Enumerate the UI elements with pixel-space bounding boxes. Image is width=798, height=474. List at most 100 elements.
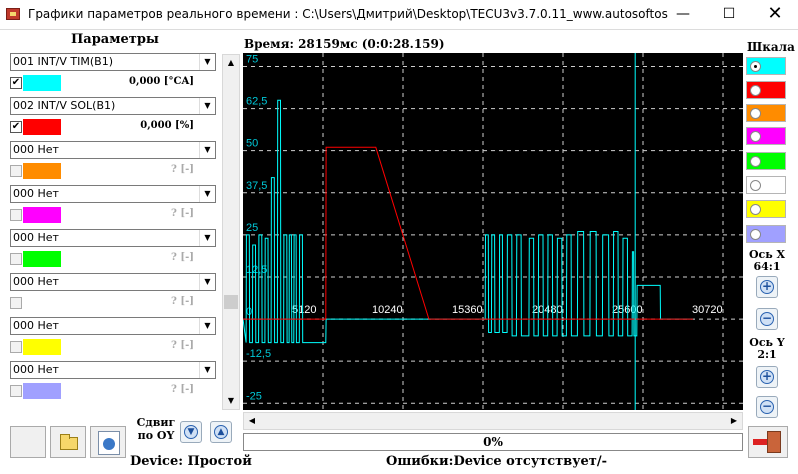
zoom-out-icon: − xyxy=(760,311,774,326)
radio-icon[interactable] xyxy=(750,180,761,191)
param-select-7[interactable]: 000 Нет ▼ xyxy=(10,317,216,335)
y-tick-label: 25 xyxy=(246,222,258,234)
dropdown-arrow-icon[interactable]: ▼ xyxy=(199,98,215,114)
errors-status: Ошибки:Device отсутствует/- xyxy=(386,454,607,469)
x-axis-zoom-value: 64:1 xyxy=(753,260,781,273)
param-display-row: ? [-] xyxy=(10,250,216,268)
param-select-value: 000 Нет xyxy=(13,231,59,244)
param-select-5[interactable]: 000 Нет ▼ xyxy=(10,229,216,247)
scale-select-8[interactable] xyxy=(746,225,786,243)
scroll-up-arrow-icon[interactable]: ▲ xyxy=(223,55,239,71)
scroll-thumb[interactable] xyxy=(224,295,238,309)
radio-icon[interactable] xyxy=(750,108,761,119)
scroll-right-arrow-icon[interactable]: ▶ xyxy=(726,413,742,429)
param-color-swatch[interactable] xyxy=(23,119,61,135)
param-visible-checkbox[interactable] xyxy=(10,209,22,221)
param-current-value: ? [-] xyxy=(171,384,194,395)
param-select-value: 000 Нет xyxy=(13,187,59,200)
params-scrollbar[interactable]: ▲ ▼ xyxy=(222,54,240,410)
param-color-swatch[interactable] xyxy=(23,383,61,399)
param-visible-checkbox[interactable] xyxy=(10,253,22,265)
scale-select-5[interactable] xyxy=(746,152,786,170)
param-color-swatch[interactable] xyxy=(23,339,61,355)
param-visible-checkbox[interactable]: ✔ xyxy=(10,77,22,89)
y-tick-label: 50 xyxy=(246,138,258,150)
exit-arrow-icon xyxy=(753,439,767,445)
y-tick-label: 37,5 xyxy=(246,180,267,192)
save-document-icon xyxy=(98,431,120,455)
param-select-4[interactable]: 000 Нет ▼ xyxy=(10,185,216,203)
scale-select-3[interactable] xyxy=(746,104,786,122)
radio-icon[interactable] xyxy=(750,85,761,96)
device-status: Device: Простой xyxy=(130,454,252,469)
scale-select-2[interactable] xyxy=(746,81,786,99)
param-color-swatch[interactable] xyxy=(23,251,61,267)
param-color-swatch[interactable] xyxy=(23,75,61,91)
x-zoom-out-button[interactable]: − xyxy=(756,308,778,330)
y-zoom-in-button[interactable]: + xyxy=(756,366,778,388)
param-current-value: ? [-] xyxy=(171,296,194,307)
radio-icon[interactable] xyxy=(750,156,761,167)
dropdown-arrow-icon[interactable]: ▼ xyxy=(199,54,215,70)
shift-down-button[interactable]: ▼ xyxy=(180,421,202,443)
dropdown-arrow-icon[interactable]: ▼ xyxy=(199,142,215,158)
param-select-value: 001 INT/V TIM(B1) xyxy=(13,55,113,68)
x-zoom-in-button[interactable]: + xyxy=(756,276,778,298)
scale-select-1[interactable] xyxy=(746,57,786,75)
chart-hscrollbar[interactable]: ◀ ▶ xyxy=(243,412,743,430)
minimize-button[interactable]: — xyxy=(660,0,706,30)
param-visible-checkbox[interactable] xyxy=(10,385,22,397)
exit-button[interactable] xyxy=(748,426,788,458)
param-select-1[interactable]: 001 INT/V TIM(B1) ▼ xyxy=(10,53,216,71)
param-visible-checkbox[interactable] xyxy=(10,297,22,309)
param-visible-checkbox[interactable] xyxy=(10,165,22,177)
door-icon xyxy=(767,431,781,453)
scroll-left-arrow-icon[interactable]: ◀ xyxy=(244,413,260,429)
dropdown-arrow-icon[interactable]: ▼ xyxy=(199,362,215,378)
param-color-swatch[interactable] xyxy=(23,295,61,311)
param-select-3[interactable]: 000 Нет ▼ xyxy=(10,141,216,159)
param-visible-checkbox[interactable]: ✔ xyxy=(10,121,22,133)
param-select-8[interactable]: 000 Нет ▼ xyxy=(10,361,216,379)
radio-icon[interactable] xyxy=(750,204,761,215)
arrow-down-icon: ▼ xyxy=(184,425,198,439)
dropdown-arrow-icon[interactable]: ▼ xyxy=(199,186,215,202)
shift-up-button[interactable]: ▲ xyxy=(210,421,232,443)
maximize-button[interactable]: ☐ xyxy=(706,0,752,30)
param-current-value: 0,000 [%] xyxy=(140,120,194,131)
params-panel-title: Параметры xyxy=(71,32,159,47)
radio-icon[interactable] xyxy=(750,229,761,240)
scroll-down-arrow-icon[interactable]: ▼ xyxy=(223,393,239,409)
y-zoom-out-button[interactable]: − xyxy=(756,396,778,418)
dropdown-arrow-icon[interactable]: ▼ xyxy=(199,318,215,334)
app-icon xyxy=(6,8,20,20)
scale-select-7[interactable] xyxy=(746,200,786,218)
param-visible-checkbox[interactable] xyxy=(10,341,22,353)
param-select-value: 000 Нет xyxy=(13,363,59,376)
folder-icon xyxy=(60,434,78,450)
close-button[interactable]: ✕ xyxy=(752,0,798,30)
param-display-row: ? [-] xyxy=(10,162,216,180)
param-color-swatch[interactable] xyxy=(23,207,61,223)
scale-title: Шкала xyxy=(747,40,795,54)
x-tick-label: 5120 xyxy=(292,304,316,316)
title-bar: Графики параметров реального времени : C… xyxy=(0,0,798,30)
save-button[interactable] xyxy=(90,426,126,458)
open-button[interactable] xyxy=(50,426,86,458)
scale-select-4[interactable] xyxy=(746,127,786,145)
param-select-2[interactable]: 002 INT/V SOL(B1) ▼ xyxy=(10,97,216,115)
radio-icon[interactable] xyxy=(750,61,761,72)
scale-select-6[interactable] xyxy=(746,176,786,194)
blank-button[interactable] xyxy=(10,426,46,458)
chart-canvas: 7562,55037,52512,50-12,5-255120 10240 1536… xyxy=(243,53,743,410)
dropdown-arrow-icon[interactable]: ▼ xyxy=(199,274,215,290)
param-select-6[interactable]: 000 Нет ▼ xyxy=(10,273,216,291)
param-display-row: ? [-] xyxy=(10,206,216,224)
realtime-chart[interactable]: 75 62,5 50 37,5 25 12,5 0 -12,5 -25 5120 10240 1536… xyxy=(243,53,743,410)
param-display-row: ? [-] xyxy=(10,382,216,400)
y-axis-zoom-label: Ось Y 2:1 xyxy=(744,337,790,361)
dropdown-arrow-icon[interactable]: ▼ xyxy=(199,230,215,246)
param-color-swatch[interactable] xyxy=(23,163,61,179)
param-select-value: 002 INT/V SOL(B1) xyxy=(13,99,116,112)
radio-icon[interactable] xyxy=(750,131,761,142)
